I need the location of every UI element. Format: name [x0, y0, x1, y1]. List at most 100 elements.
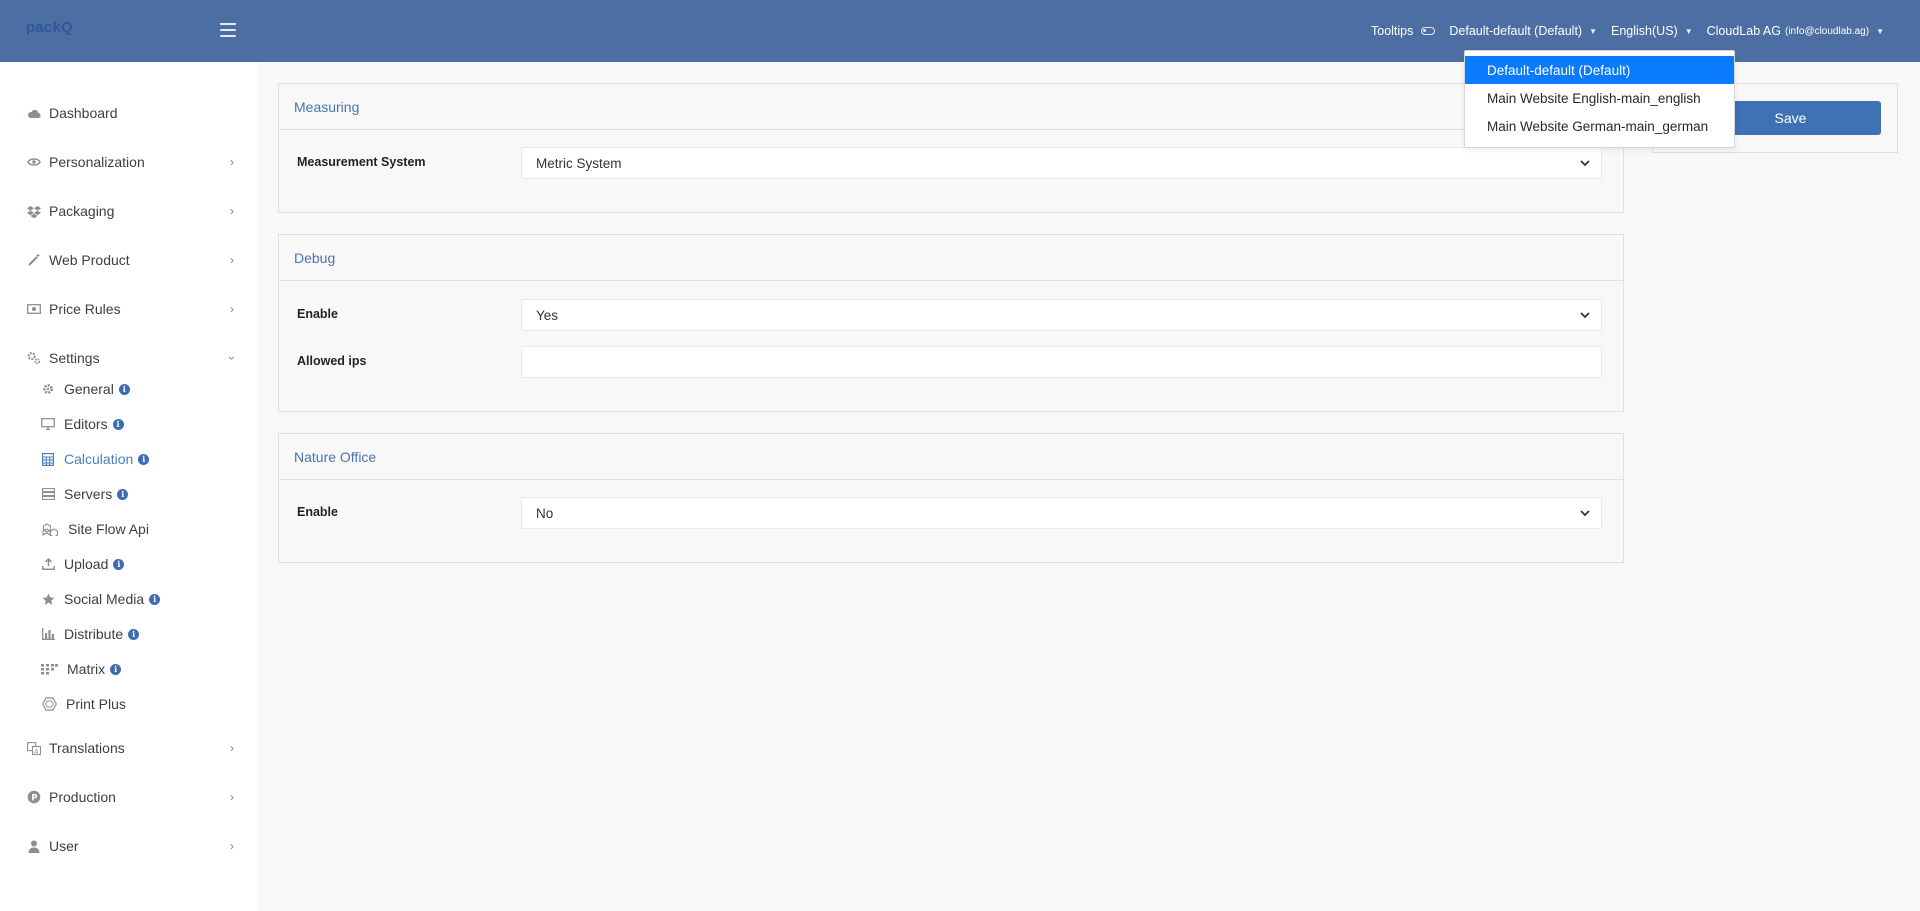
user-email: (info@cloudlab.ag) [1784, 25, 1870, 37]
sidebar-subitem-matrix[interactable]: Matrix i [41, 658, 122, 680]
select-value: Yes [536, 307, 559, 323]
sidebar-subitem-print-plus[interactable]: Print Plus [41, 693, 126, 715]
sidebar-subitem-upload[interactable]: Upload i [41, 553, 125, 575]
sidebar: Dashboard Personalization › Packaging › … [0, 62, 257, 911]
star-icon [41, 592, 55, 606]
translate-icon: A [27, 741, 41, 755]
caret-down-icon: ▼ [1684, 26, 1693, 36]
allowed-ips-input[interactable] [521, 346, 1602, 378]
sidebar-subitem-social-media[interactable]: Social Media i [41, 588, 161, 610]
cloud-icon [27, 106, 41, 120]
select-value: Metric System [536, 155, 622, 171]
sidebar-item-dashboard[interactable]: Dashboard [27, 101, 234, 125]
calculator-icon [41, 452, 55, 466]
sidebar-item-label: Translations [49, 740, 125, 756]
info-icon[interactable]: i [149, 593, 161, 605]
debug-enable-label: Enable [297, 307, 338, 321]
panel-title: Nature Office [279, 434, 1623, 480]
sidebar-item-label: User [49, 838, 79, 854]
sidebar-subitem-distribute[interactable]: Distribute i [41, 623, 140, 645]
sidebar-subitem-label: Matrix [67, 661, 106, 677]
hexagon-icon [41, 697, 57, 711]
debug-enable-select[interactable]: Yes [521, 299, 1602, 331]
brand-logo[interactable]: packQ [26, 19, 73, 36]
nature-office-enable-select[interactable]: No [521, 497, 1602, 529]
measurement-system-label: Measurement System [297, 155, 426, 169]
sidebar-item-label: Personalization [49, 154, 145, 170]
allowed-ips-label: Allowed ips [297, 354, 367, 368]
info-icon[interactable]: i [138, 453, 150, 465]
desktop-icon [41, 417, 55, 431]
info-icon[interactable]: i [128, 628, 140, 640]
tooltips-toggle[interactable]: Tooltips [1371, 24, 1436, 38]
info-icon[interactable]: i [112, 418, 124, 430]
select-value: No [536, 505, 554, 521]
sidebar-subitem-label: Editors [64, 416, 108, 432]
sidebar-item-web-product[interactable]: Web Product › [27, 248, 234, 272]
eye-icon [27, 155, 41, 169]
sidebar-subitem-site-flow-api[interactable]: Site Flow Api [41, 518, 149, 540]
nature-office-enable-label: Enable [297, 505, 338, 519]
chevron-down-icon [1580, 312, 1590, 319]
nature-office-panel: Nature Office Enable No [278, 433, 1624, 563]
sidebar-subitem-calculation[interactable]: Calculation i [41, 448, 150, 470]
sidebar-item-settings[interactable]: Settings › [27, 346, 239, 370]
sidebar-subitem-label: General [64, 381, 114, 397]
sidebar-item-production[interactable]: P Production › [27, 785, 234, 809]
sidebar-subitem-label: Servers [64, 486, 113, 502]
production-icon: P [27, 790, 41, 804]
sidebar-subitem-label: Social Media [64, 591, 145, 607]
measurement-system-select[interactable]: Metric System [521, 147, 1602, 179]
sidebar-subitem-servers[interactable]: Servers i [41, 483, 129, 505]
sidebar-subitem-label: Calculation [64, 451, 134, 467]
language-selector[interactable]: English(US) ▼ [1611, 24, 1693, 38]
menu-toggle-icon[interactable] [220, 23, 236, 37]
sidebar-item-personalization[interactable]: Personalization › [27, 150, 234, 174]
chevron-right-icon: › [230, 790, 234, 804]
store-option[interactable]: Default-default (Default) [1465, 56, 1734, 84]
sidebar-item-translations[interactable]: A Translations › [27, 736, 234, 760]
sidebar-item-label: Dashboard [49, 105, 118, 121]
chevron-down-icon: › [225, 356, 239, 360]
sidebar-item-label: Production [49, 789, 116, 805]
store-option[interactable]: Main Website English-main_english [1465, 84, 1734, 112]
info-icon[interactable]: i [118, 383, 130, 395]
server-icon [41, 487, 55, 501]
matrix-icon [41, 662, 58, 676]
sidebar-subitem-editors[interactable]: Editors i [41, 413, 124, 435]
sidebar-subitem-label: Site Flow Api [68, 521, 149, 537]
sidebar-item-label: Price Rules [49, 301, 121, 317]
chevron-right-icon: › [230, 741, 234, 755]
user-icon [27, 839, 41, 853]
toggle-icon[interactable] [1421, 27, 1436, 35]
sidebar-item-label: Settings [49, 350, 100, 366]
upload-icon [41, 557, 55, 571]
svg-text:P: P [31, 793, 37, 803]
sidebar-item-price-rules[interactable]: Price Rules › [27, 297, 234, 321]
info-icon[interactable]: i [117, 488, 129, 500]
sidebar-subitem-label: Distribute [64, 626, 124, 642]
info-icon[interactable]: i [110, 663, 122, 675]
chevron-right-icon: › [230, 253, 234, 267]
info-icon[interactable]: i [113, 558, 125, 570]
dropbox-icon [27, 204, 41, 218]
sidebar-item-packaging[interactable]: Packaging › [27, 199, 234, 223]
bar-chart-icon [41, 627, 55, 641]
money-icon [27, 302, 41, 316]
debug-panel: Debug Enable Yes Allowed ips [278, 234, 1624, 412]
cogs-icon [27, 351, 41, 365]
sidebar-subitem-general[interactable]: General i [41, 378, 130, 400]
panel-title: Measuring [279, 84, 1623, 130]
user-name: CloudLab AG [1706, 24, 1781, 38]
user-menu[interactable]: CloudLab AG (info@cloudlab.ag) ▼ [1707, 24, 1884, 38]
chevron-right-icon: › [230, 204, 234, 218]
chevron-down-icon [1580, 510, 1590, 517]
cubes-icon [41, 522, 59, 536]
store-option[interactable]: Main Website German-main_german [1465, 112, 1734, 140]
store-selector[interactable]: Default-default (Default) ▼ [1449, 24, 1597, 38]
measuring-panel: Measuring Measurement System Metric Syst… [278, 83, 1624, 213]
sidebar-item-label: Packaging [49, 203, 115, 219]
caret-down-icon: ▼ [1876, 26, 1884, 36]
sidebar-item-label: Web Product [49, 252, 130, 268]
sidebar-item-user[interactable]: User › [27, 834, 234, 858]
